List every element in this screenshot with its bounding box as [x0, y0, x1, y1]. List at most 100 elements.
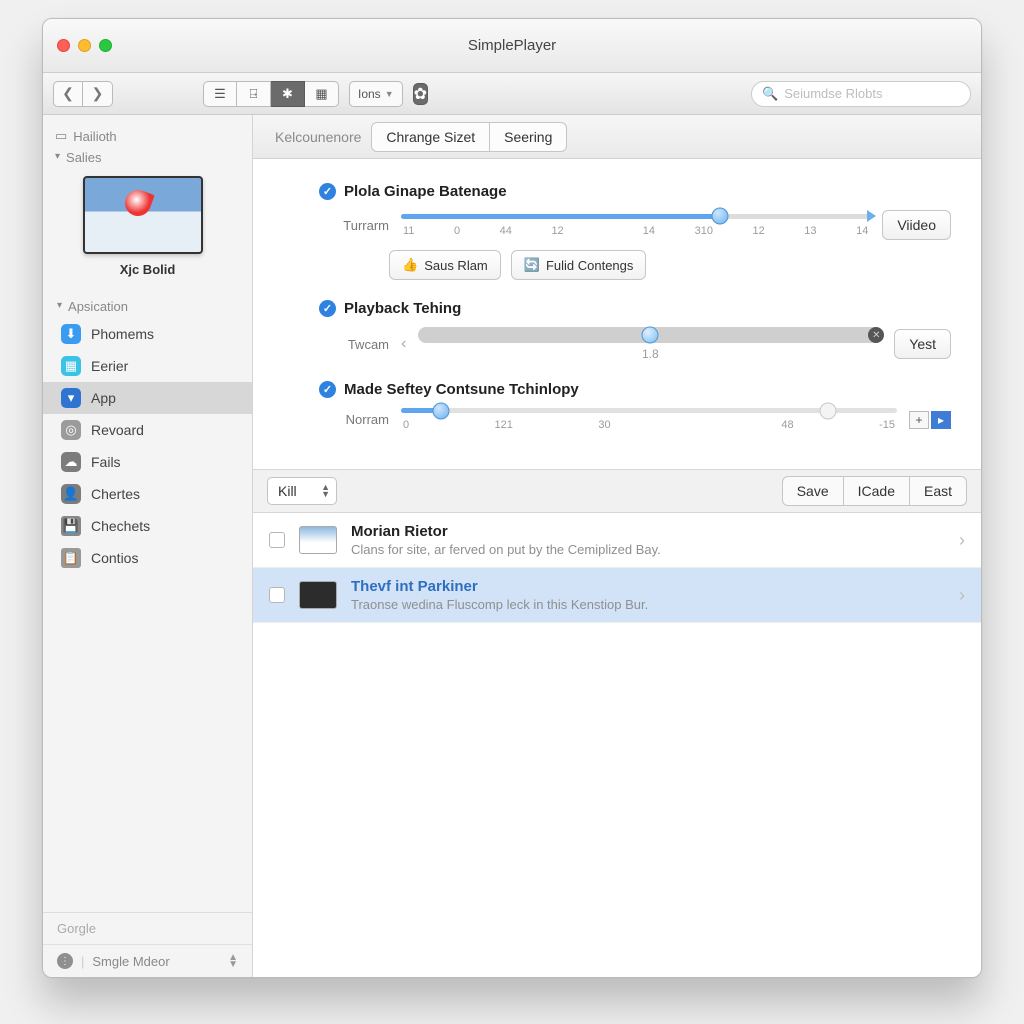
icade-button[interactable]: ICade: [844, 476, 910, 506]
sidebar-item-fails[interactable]: ☁ Fails: [43, 446, 252, 478]
toolbar: ❮ ❯ ☰ ⍈ ✱ ▦ Ions ▼ ✿ 🔍: [43, 73, 981, 115]
row-subtitle: Traonse wedina Fluscomp leck in this Ken…: [351, 597, 945, 612]
sidebar-item-label: Phomems: [91, 326, 154, 342]
download-icon: ⬇: [61, 324, 81, 344]
main-area: Kelcounenore Chrange Sizet Seering ✓ Plo…: [253, 115, 981, 977]
thumb-icon: 👍: [402, 257, 418, 273]
slider-label: Twcam: [323, 337, 389, 352]
batenage-slider[interactable]: 110441214310121314: [401, 214, 870, 237]
yest-button[interactable]: Yest: [894, 329, 951, 359]
kill-select[interactable]: Kill ▲▼: [267, 477, 337, 505]
slider-knob-secondary[interactable]: [819, 402, 836, 419]
preview-thumbnail[interactable]: Xjc Bolid: [55, 168, 240, 281]
sidebar-item-label: Chechets: [91, 518, 150, 534]
sidebar-item-phomems[interactable]: ⬇ Phomems: [43, 318, 252, 350]
sidebar-group-sales[interactable]: ▾ Salies: [55, 147, 240, 168]
save-button[interactable]: Save: [782, 476, 844, 506]
sidebar-item-label: Contios: [91, 550, 138, 566]
row-checkbox[interactable]: [269, 532, 285, 548]
sidebar-group-apps[interactable]: ▾ Apsication: [43, 293, 252, 318]
video-button[interactable]: Viideo: [882, 210, 951, 240]
sidebar-item-chechets[interactable]: 💾 Chechets: [43, 510, 252, 542]
check-icon[interactable]: ✓: [319, 381, 336, 398]
window-controls: [43, 39, 112, 52]
view-segment: ☰ ⍈ ✱ ▦: [203, 81, 339, 107]
check-icon[interactable]: ✓: [319, 300, 336, 317]
back-button[interactable]: ❮: [53, 81, 83, 107]
list-row[interactable]: Thevf int Parkiner Traonse wedina Flusco…: [253, 568, 981, 623]
slider-knob[interactable]: [432, 402, 449, 419]
view-list-icon[interactable]: ☰: [203, 81, 237, 107]
forward-button[interactable]: ❯: [83, 81, 113, 107]
search-input[interactable]: [784, 86, 960, 101]
gear-button[interactable]: ✿: [413, 83, 428, 105]
sidebar-item-eerier[interactable]: ▦ Eerier: [43, 350, 252, 382]
tab-change-size[interactable]: Chrange Sizet: [371, 122, 490, 152]
close-icon[interactable]: [57, 39, 70, 52]
footer-popup[interactable]: ⋮ | Smgle Mdeor ▲▼: [43, 944, 252, 977]
row-thumbnail: [299, 526, 337, 554]
footer-label: Gorgle: [43, 913, 252, 944]
sidebar-item-app[interactable]: ▾ App: [43, 382, 252, 414]
slider-knob[interactable]: [642, 327, 659, 344]
section-safety: ✓ Made Seftey Contsune Tchinlopy Norram: [319, 381, 951, 431]
app-window: SimplePlayer ❮ ❯ ☰ ⍈ ✱ ▦ Ions ▼ ✿ 🔍: [42, 18, 982, 978]
stepper-action-icon[interactable]: ▸: [931, 411, 951, 429]
options-icon: ⋮: [57, 953, 73, 969]
check-icon[interactable]: ✓: [319, 183, 336, 200]
close-icon[interactable]: ✕: [868, 327, 884, 343]
view-grid-icon[interactable]: ▦: [305, 81, 339, 107]
viewmode-label: Ions: [358, 87, 381, 101]
sidebar-item-chertes[interactable]: 👤 Chertes: [43, 478, 252, 510]
sidebar-item-label: Revoard: [91, 422, 144, 438]
sidebar-footer: Gorgle ⋮ | Smgle Mdeor ▲▼: [43, 912, 252, 977]
stepper-plus[interactable]: +: [909, 411, 929, 429]
slider-label: Norram: [323, 412, 389, 427]
select-value: Kill: [278, 483, 297, 499]
disc-icon: ◎: [61, 420, 81, 440]
sidebar-item-revoard[interactable]: ◎ Revoard: [43, 414, 252, 446]
list-toolbar: Kill ▲▼ Save ICade East: [253, 469, 981, 513]
cloud-icon: ☁: [61, 452, 81, 472]
minimize-icon[interactable]: [78, 39, 91, 52]
clipboard-icon: 📋: [61, 548, 81, 568]
window-title: SimplePlayer: [43, 37, 981, 54]
row-subtitle: Clans for site, ar ferved on put by the …: [351, 542, 945, 557]
tab-seering[interactable]: Seering: [490, 122, 567, 152]
row-thumbnail: [299, 581, 337, 609]
list-row[interactable]: Morian Rietor Clans for site, ar ferved …: [253, 513, 981, 568]
value-stepper[interactable]: + ▸: [909, 411, 951, 429]
chevron-updown-icon: ▲▼: [321, 484, 330, 498]
chevron-left-icon[interactable]: ‹: [401, 335, 406, 353]
sidebar-item-label: Fails: [91, 454, 121, 470]
section-playback: ✓ Playback Tehing Twcam ‹ ✕ 1.8: [319, 300, 951, 361]
slider-label: Turrarm: [323, 218, 389, 233]
view-columns-icon[interactable]: ⍈: [237, 81, 271, 107]
settings-panel: ✓ Plola Ginape Batenage Turrarm: [253, 159, 981, 469]
fulid-contengs-button[interactable]: 🔄Fulid Contengs: [511, 250, 647, 280]
action-segment: Save ICade East: [782, 476, 967, 506]
globe-icon: 🔄: [524, 257, 540, 273]
chevron-down-icon: ▾: [55, 151, 60, 162]
zoom-icon[interactable]: [99, 39, 112, 52]
playback-slider[interactable]: ✕ 1.8: [418, 327, 882, 361]
slider-ticks: 110441214310121314: [401, 225, 870, 237]
save-icon: 💾: [61, 516, 81, 536]
row-checkbox[interactable]: [269, 587, 285, 603]
slider-value: 1.8: [418, 347, 882, 361]
search-field[interactable]: 🔍: [751, 81, 971, 107]
thumbnail-caption: Xjc Bolid: [83, 262, 212, 277]
chevron-right-icon: ›: [959, 585, 965, 606]
chevron-down-icon: ▾: [57, 300, 62, 311]
viewmode-dropdown[interactable]: Ions ▼: [349, 81, 403, 107]
sidebar-item-label: App: [91, 390, 116, 406]
slider-knob[interactable]: [712, 208, 729, 225]
view-gallery-icon[interactable]: ✱: [271, 81, 305, 107]
chevron-right-icon: ›: [959, 530, 965, 551]
section-batenage: ✓ Plola Ginape Batenage Turrarm: [319, 183, 951, 280]
video-thumbnail: [83, 176, 203, 254]
saus-rlam-button[interactable]: 👍Saus Rlam: [389, 250, 501, 280]
safety-slider[interactable]: 01213048-15: [401, 408, 897, 431]
sidebar-item-contios[interactable]: 📋 Contios: [43, 542, 252, 574]
east-button[interactable]: East: [910, 476, 967, 506]
